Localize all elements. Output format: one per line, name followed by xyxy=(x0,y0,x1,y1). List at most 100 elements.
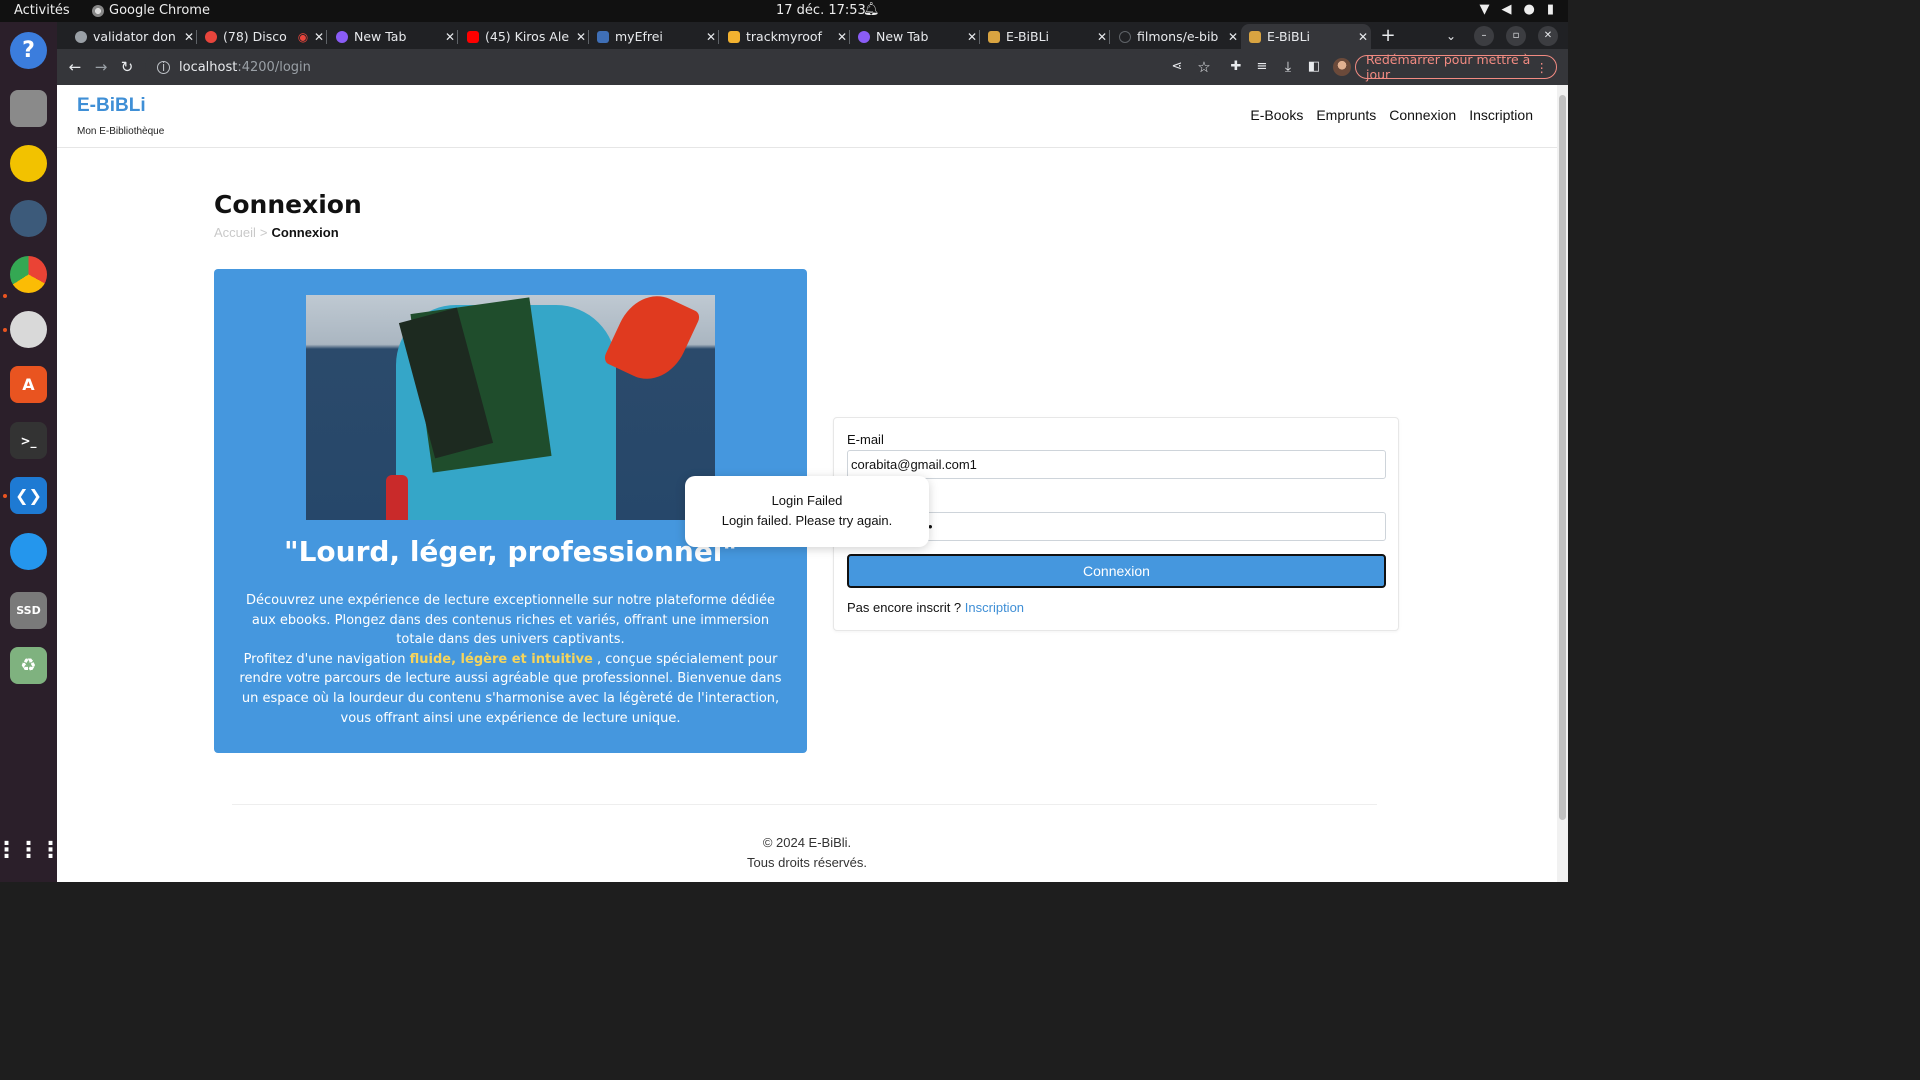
tab-search-icon[interactable]: ⌄ xyxy=(1441,26,1461,46)
side-panel-icon[interactable]: ◧ xyxy=(1304,57,1324,77)
viewer-running-indicator xyxy=(3,328,7,332)
new-tab-icon[interactable]: + xyxy=(1378,26,1398,46)
microphone-icon: ● xyxy=(1523,2,1535,17)
browser-tab[interactable]: (45) Kiros Ale ✕ xyxy=(459,24,589,49)
minimize-icon[interactable]: – xyxy=(1474,26,1494,46)
share-icon[interactable]: ⋖ xyxy=(1167,57,1187,77)
browser-tab[interactable]: filmons/e-bib ✕ xyxy=(1111,24,1241,49)
ssd-drive-icon[interactable]: SSD xyxy=(10,592,47,629)
site-info-icon[interactable]: i xyxy=(157,60,170,74)
update-restart-button[interactable]: Redémarrer pour mettre à jour ⋮ xyxy=(1355,52,1557,82)
promo-paragraph-1: Découvrez une expérience de lecture exce… xyxy=(245,593,776,648)
clock[interactable]: 17 déc. 17:53 xyxy=(776,3,866,18)
image-viewer-icon[interactable] xyxy=(10,311,47,348)
activities-button[interactable]: Activités xyxy=(14,3,70,18)
tab-favicon-icon xyxy=(988,30,1000,43)
files-icon[interactable] xyxy=(10,90,47,127)
tab-favicon-icon xyxy=(336,30,348,43)
footer-copyright: © 2024 E-BiBli. xyxy=(762,835,852,850)
browser-tab-active[interactable]: E-BiBLi ✕ xyxy=(1241,24,1371,49)
address-bar[interactable]: i localhost:4200/login xyxy=(145,54,1205,80)
rhythmbox-icon[interactable] xyxy=(10,145,47,182)
browser-tab[interactable]: New Tab ✕ xyxy=(328,24,458,49)
toast-title: Login Failed xyxy=(771,493,843,508)
close-window-icon[interactable]: ✕ xyxy=(1538,26,1558,46)
trash-icon[interactable]: ♻ xyxy=(10,647,47,684)
docker-icon[interactable] xyxy=(10,533,47,570)
promo-description: Découvrez une expérience de lecture exce… xyxy=(236,591,785,728)
tab-close-icon[interactable]: ✕ xyxy=(703,30,719,44)
scrollbar-thumb[interactable] xyxy=(1559,95,1566,820)
autumn-leaf-icon xyxy=(602,295,702,391)
email-field[interactable]: corabita@gmail.com1 xyxy=(847,450,1386,479)
signup-link[interactable]: Inscription xyxy=(965,600,1024,615)
notification-bell-icon: 🔔︎ xyxy=(863,2,880,17)
footer-divider xyxy=(232,804,1377,805)
tab-title: (78) Disco xyxy=(223,29,287,44)
show-apps-icon[interactable]: ⋮⋮⋮ xyxy=(0,832,62,869)
tab-favicon-icon xyxy=(1249,30,1261,43)
tab-close-icon[interactable]: ✕ xyxy=(1094,30,1110,44)
nav-ebooks[interactable]: E-Books xyxy=(1250,107,1303,123)
app-center-icon[interactable]: A xyxy=(10,366,47,403)
error-toast[interactable]: Login Failed Login failed. Please try ag… xyxy=(685,476,929,547)
tab-close-icon[interactable]: ✕ xyxy=(834,30,850,44)
browser-tab[interactable]: trackmyroof ✕ xyxy=(720,24,850,49)
login-submit-button[interactable]: Connexion xyxy=(847,554,1386,588)
reload-icon[interactable]: ↻ xyxy=(117,57,137,77)
tab-close-icon[interactable]: ✕ xyxy=(573,30,589,44)
app-name: Google Chrome xyxy=(109,3,210,18)
tab-favicon-icon xyxy=(1119,30,1131,43)
tab-close-icon[interactable]: ✕ xyxy=(1225,30,1241,44)
browser-tab[interactable]: (78) Disco ◉ ✕ xyxy=(197,24,327,49)
footer-rights: Tous droits réservés. xyxy=(747,855,867,870)
breadcrumb-home[interactable]: Accueil xyxy=(214,225,256,240)
battery-icon: ▮ xyxy=(1546,2,1554,17)
recording-icon: ◉ xyxy=(297,29,309,44)
help-icon[interactable]: ? xyxy=(10,32,47,69)
maximize-icon[interactable]: ▫ xyxy=(1506,26,1526,46)
tab-close-icon[interactable]: ✕ xyxy=(964,30,980,44)
tab-close-icon[interactable]: ✕ xyxy=(1355,30,1371,44)
browser-tab[interactable]: validator don ✕ xyxy=(67,24,197,49)
chrome-menu-icon[interactable]: ⋮ xyxy=(1536,60,1549,75)
url-host: localhost xyxy=(179,59,238,75)
download-icon[interactable]: ⤓ xyxy=(1278,57,1298,77)
media-control-icon[interactable]: ≡ xyxy=(1252,57,1272,77)
browser-tab[interactable]: New Tab ✕ xyxy=(850,24,980,49)
site-tagline: Mon E-Bibliothèque xyxy=(77,126,165,137)
profile-avatar[interactable] xyxy=(1333,58,1351,76)
site-nav: E-Books Emprunts Connexion Inscription xyxy=(1250,107,1533,123)
page-title: Connexion xyxy=(214,190,362,219)
browser-tab[interactable]: E-BiBLi ✕ xyxy=(980,24,1110,49)
breadcrumb: Accueil > Connexion xyxy=(214,225,339,240)
page-scrollbar[interactable] xyxy=(1557,85,1568,882)
browser-tab[interactable]: myEfrei ✕ xyxy=(589,24,719,49)
tab-title: trackmyroof xyxy=(746,29,822,44)
tab-close-icon[interactable]: ✕ xyxy=(311,30,327,44)
toast-message: Login failed. Please try again. xyxy=(721,513,893,528)
back-icon[interactable]: ← xyxy=(65,57,85,77)
terminal-icon[interactable]: >_ xyxy=(10,422,47,459)
stacer-icon[interactable] xyxy=(10,200,47,237)
nav-connexion[interactable]: Connexion xyxy=(1389,107,1456,123)
nav-emprunts[interactable]: Emprunts xyxy=(1316,107,1376,123)
promo-paragraph-2-start: Profitez d'une navigation xyxy=(243,651,410,667)
forward-icon[interactable]: → xyxy=(91,57,111,77)
vscode-icon[interactable]: ❮❯ xyxy=(10,477,47,514)
system-tray[interactable]: ▼ ◀ ● ▮ xyxy=(1480,2,1555,17)
bookmark-star-icon[interactable]: ☆ xyxy=(1194,57,1214,77)
tab-close-icon[interactable]: ✕ xyxy=(181,30,197,44)
app-menu[interactable]: Google Chrome xyxy=(92,3,210,18)
tab-favicon-icon xyxy=(75,30,87,43)
site-logo[interactable]: E-BiBLi xyxy=(77,95,146,117)
extensions-icon[interactable]: ✚ xyxy=(1226,57,1246,77)
tab-close-icon[interactable]: ✕ xyxy=(442,30,458,44)
chrome-icon[interactable] xyxy=(10,256,47,293)
breadcrumb-separator: > xyxy=(259,225,268,240)
url-path: :4200/login xyxy=(237,59,311,75)
nav-inscription[interactable]: Inscription xyxy=(1469,107,1533,123)
wifi-icon: ▼ xyxy=(1479,2,1490,17)
system-top-bar: Activités Google Chrome 17 déc. 17:53 🔔︎… xyxy=(0,0,1568,22)
web-page: E-BiBLi Mon E-Bibliothèque E-Books Empru… xyxy=(57,85,1557,882)
